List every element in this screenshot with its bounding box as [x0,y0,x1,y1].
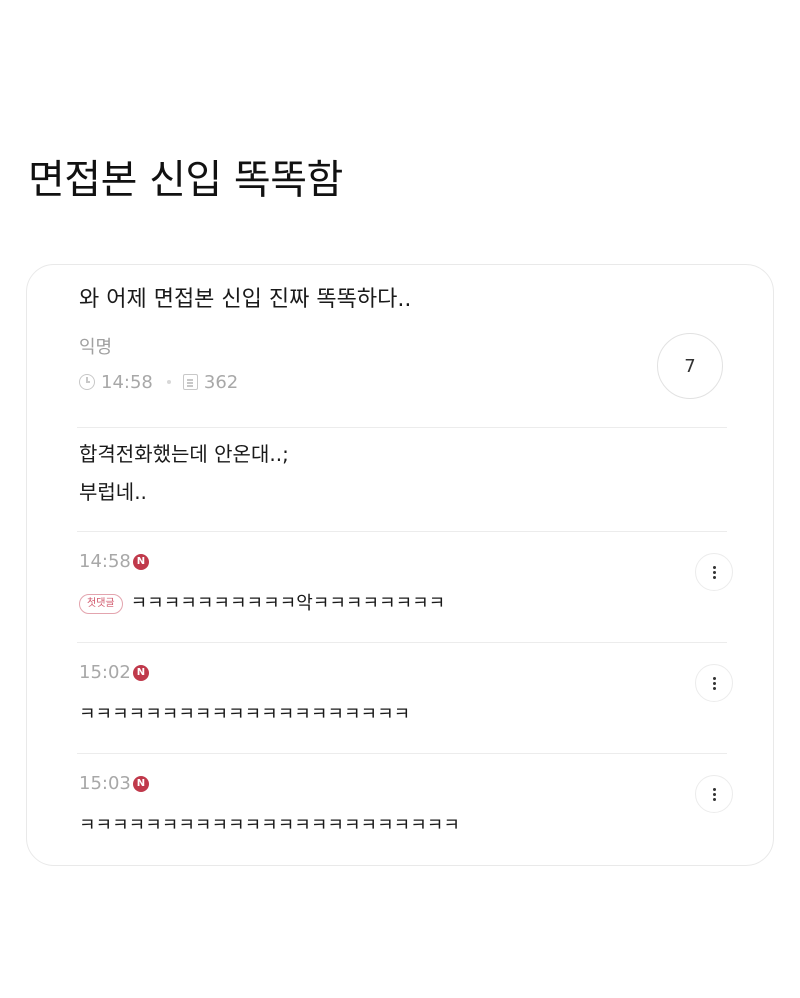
new-badge: N [132,776,149,792]
comment-text: ㅋㅋㅋㅋㅋㅋㅋㅋㅋㅋㅋㅋㅋㅋㅋㅋㅋㅋㅋㅋㅋㅋㅋ [79,815,460,836]
more-vertical-icon [712,792,716,796]
more-vertical-icon [712,681,716,685]
comment-more-button[interactable] [695,553,733,591]
comment-text-row: ㅋㅋㅋㅋㅋㅋㅋㅋㅋㅋㅋㅋㅋㅋㅋㅋㅋㅋㅋㅋ [79,700,410,730]
divider [77,642,727,643]
comment-text: ㅋㅋㅋㅋㅋㅋㅋㅋㅋㅋㅋㅋㅋㅋㅋㅋㅋㅋㅋㅋ [79,704,411,725]
post-body-line: 부럽네.. [79,480,147,504]
divider [77,753,727,754]
comment-time-row: 14:58 N [79,549,149,575]
comment-time-row: 15:02 N [79,660,149,686]
post-card: 와 어제 면접본 신입 진짜 똑똑하다.. 익명 14:58 362 7 합격전… [26,264,774,866]
more-vertical-icon [712,570,716,574]
divider [77,427,727,428]
post-body: 합격전화했는데 안온대..; 부럽네.. [79,435,289,511]
post-views: 362 [203,371,239,393]
new-badge: N [132,665,149,681]
post-author: 익명 [79,337,113,358]
comment-count-button[interactable]: 7 [657,333,723,399]
comment-item: 15:03 N ㅋㅋㅋㅋㅋㅋㅋㅋㅋㅋㅋㅋㅋㅋㅋㅋㅋㅋㅋㅋㅋㅋㅋ [77,755,737,865]
clock-icon [79,374,95,390]
comment-time: 14:58 [79,551,131,572]
post-body-line: 합격전화했는데 안온대..; [79,442,289,466]
post-title[interactable]: 와 어제 면접본 신입 진짜 똑똑하다.. [79,283,411,317]
comment-text: ㅋㅋㅋㅋㅋㅋㅋㅋㅋㅋ악ㅋㅋㅋㅋㅋㅋㅋㅋ [130,593,446,614]
comment-text-row: ㅋㅋㅋㅋㅋㅋㅋㅋㅋㅋㅋㅋㅋㅋㅋㅋㅋㅋㅋㅋㅋㅋㅋ [79,811,460,841]
comment-time-row: 15:03 N [79,771,149,797]
divider [77,531,727,532]
new-badge: N [132,554,149,570]
comment-item: 15:02 N ㅋㅋㅋㅋㅋㅋㅋㅋㅋㅋㅋㅋㅋㅋㅋㅋㅋㅋㅋㅋ [77,644,737,754]
comment-text-row: 첫댓글 ㅋㅋㅋㅋㅋㅋㅋㅋㅋㅋ악ㅋㅋㅋㅋㅋㅋㅋㅋ [79,589,445,619]
comment-more-button[interactable] [695,775,733,813]
post-time: 14:58 [101,371,153,393]
comment-item: 14:58 N 첫댓글 ㅋㅋㅋㅋㅋㅋㅋㅋㅋㅋ악ㅋㅋㅋㅋㅋㅋㅋㅋ [77,533,737,643]
page-title: 면접본 신입 똑똑함 [28,157,343,203]
comment-count: 7 [684,355,696,377]
comment-time: 15:02 [79,662,131,683]
comment-time: 15:03 [79,773,131,794]
comment-more-button[interactable] [695,664,733,702]
first-comment-tag: 첫댓글 [79,594,123,614]
views-icon [182,374,198,390]
meta-separator [166,380,171,384]
post-meta: 14:58 362 [79,369,238,395]
